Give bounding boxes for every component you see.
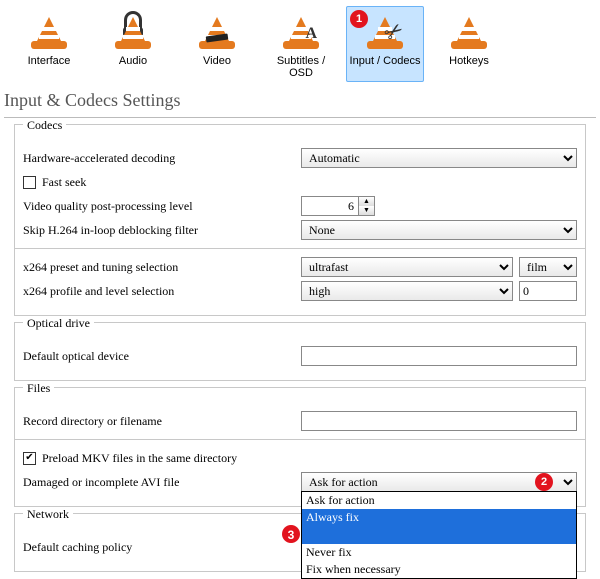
skip-h264-select[interactable]: None xyxy=(301,220,577,240)
divider xyxy=(15,248,585,249)
optical-device-label: Default optical device xyxy=(23,349,301,364)
group-legend: Codecs xyxy=(23,118,66,133)
avi-label: Damaged or incomplete AVI file xyxy=(23,475,301,490)
divider xyxy=(15,439,585,440)
vq-pp-label: Video quality post-processing level xyxy=(23,199,301,214)
fast-seek-checkbox[interactable] xyxy=(23,176,36,189)
hw-decoding-label: Hardware-accelerated decoding xyxy=(23,151,301,166)
tab-subtitles[interactable]: A Subtitles / OSD xyxy=(262,6,340,82)
caching-policy-label: Default caching policy xyxy=(23,540,301,555)
avi-dropdown-list: Ask for action Always fix3 Never fix Fix… xyxy=(301,491,577,579)
skip-h264-label: Skip H.264 in-loop deblocking filter xyxy=(23,223,301,238)
preload-mkv-label: Preload MKV files in the same directory xyxy=(42,451,237,466)
x264-preset-label: x264 preset and tuning selection xyxy=(23,260,301,275)
files-group: Files Record directory or filename ✔ Pre… xyxy=(14,387,586,507)
x264-preset-select[interactable]: ultrafast xyxy=(301,257,513,277)
avi-select[interactable]: Ask for action 2 Ask for action Always f… xyxy=(301,472,577,492)
avi-option[interactable]: Always fix3 xyxy=(302,509,576,544)
group-legend: Network xyxy=(23,507,73,522)
tab-interface[interactable]: Interface xyxy=(10,6,88,82)
x264-tuning-select[interactable]: film xyxy=(519,257,577,277)
group-legend: Optical drive xyxy=(23,316,94,331)
spin-down-icon[interactable]: ▼ xyxy=(359,206,374,215)
vq-pp-spinner[interactable]: ▲▼ xyxy=(301,196,375,216)
tab-input-codecs[interactable]: 1 ✂ Input / Codecs xyxy=(346,6,424,82)
tab-label: Interface xyxy=(13,55,85,67)
avi-option[interactable]: Fix when necessary xyxy=(302,561,576,578)
avi-option[interactable]: Ask for action xyxy=(302,492,576,509)
optical-group: Optical drive Default optical device xyxy=(14,322,586,381)
divider xyxy=(4,117,596,118)
tab-label: Input / Codecs xyxy=(349,55,421,67)
x264-level-input[interactable] xyxy=(519,281,577,301)
tab-label: Video xyxy=(181,55,253,67)
tab-label: Subtitles / OSD xyxy=(265,55,337,79)
annotation-badge-2: 2 xyxy=(535,473,553,491)
avi-option[interactable]: Never fix xyxy=(302,544,576,561)
codecs-group: Codecs Hardware-accelerated decoding Aut… xyxy=(14,124,586,316)
hw-decoding-select[interactable]: Automatic xyxy=(301,148,577,168)
annotation-badge-3: 3 xyxy=(282,525,300,543)
fast-seek-label: Fast seek xyxy=(42,175,86,190)
annotation-badge-1: 1 xyxy=(350,10,368,28)
record-dir-input[interactable] xyxy=(301,411,577,431)
tab-label: Audio xyxy=(97,55,169,67)
spin-up-icon[interactable]: ▲ xyxy=(359,197,374,206)
group-legend: Files xyxy=(23,381,54,396)
vq-pp-input[interactable] xyxy=(302,197,358,215)
category-toolbar: Interface Audio Video A Subtitles / OSD … xyxy=(0,0,600,84)
page-title: Input & Codecs Settings xyxy=(0,84,600,117)
letter-a-icon: A xyxy=(305,25,317,43)
tab-audio[interactable]: Audio xyxy=(94,6,172,82)
optical-device-input[interactable] xyxy=(301,346,577,366)
preload-mkv-checkbox[interactable]: ✔ xyxy=(23,452,36,465)
x264-profile-label: x264 profile and level selection xyxy=(23,284,301,299)
tab-video[interactable]: Video xyxy=(178,6,256,82)
tab-label: Hotkeys xyxy=(433,55,505,67)
tab-hotkeys[interactable]: Hotkeys xyxy=(430,6,508,82)
x264-profile-select[interactable]: high xyxy=(301,281,513,301)
record-dir-label: Record directory or filename xyxy=(23,414,301,429)
